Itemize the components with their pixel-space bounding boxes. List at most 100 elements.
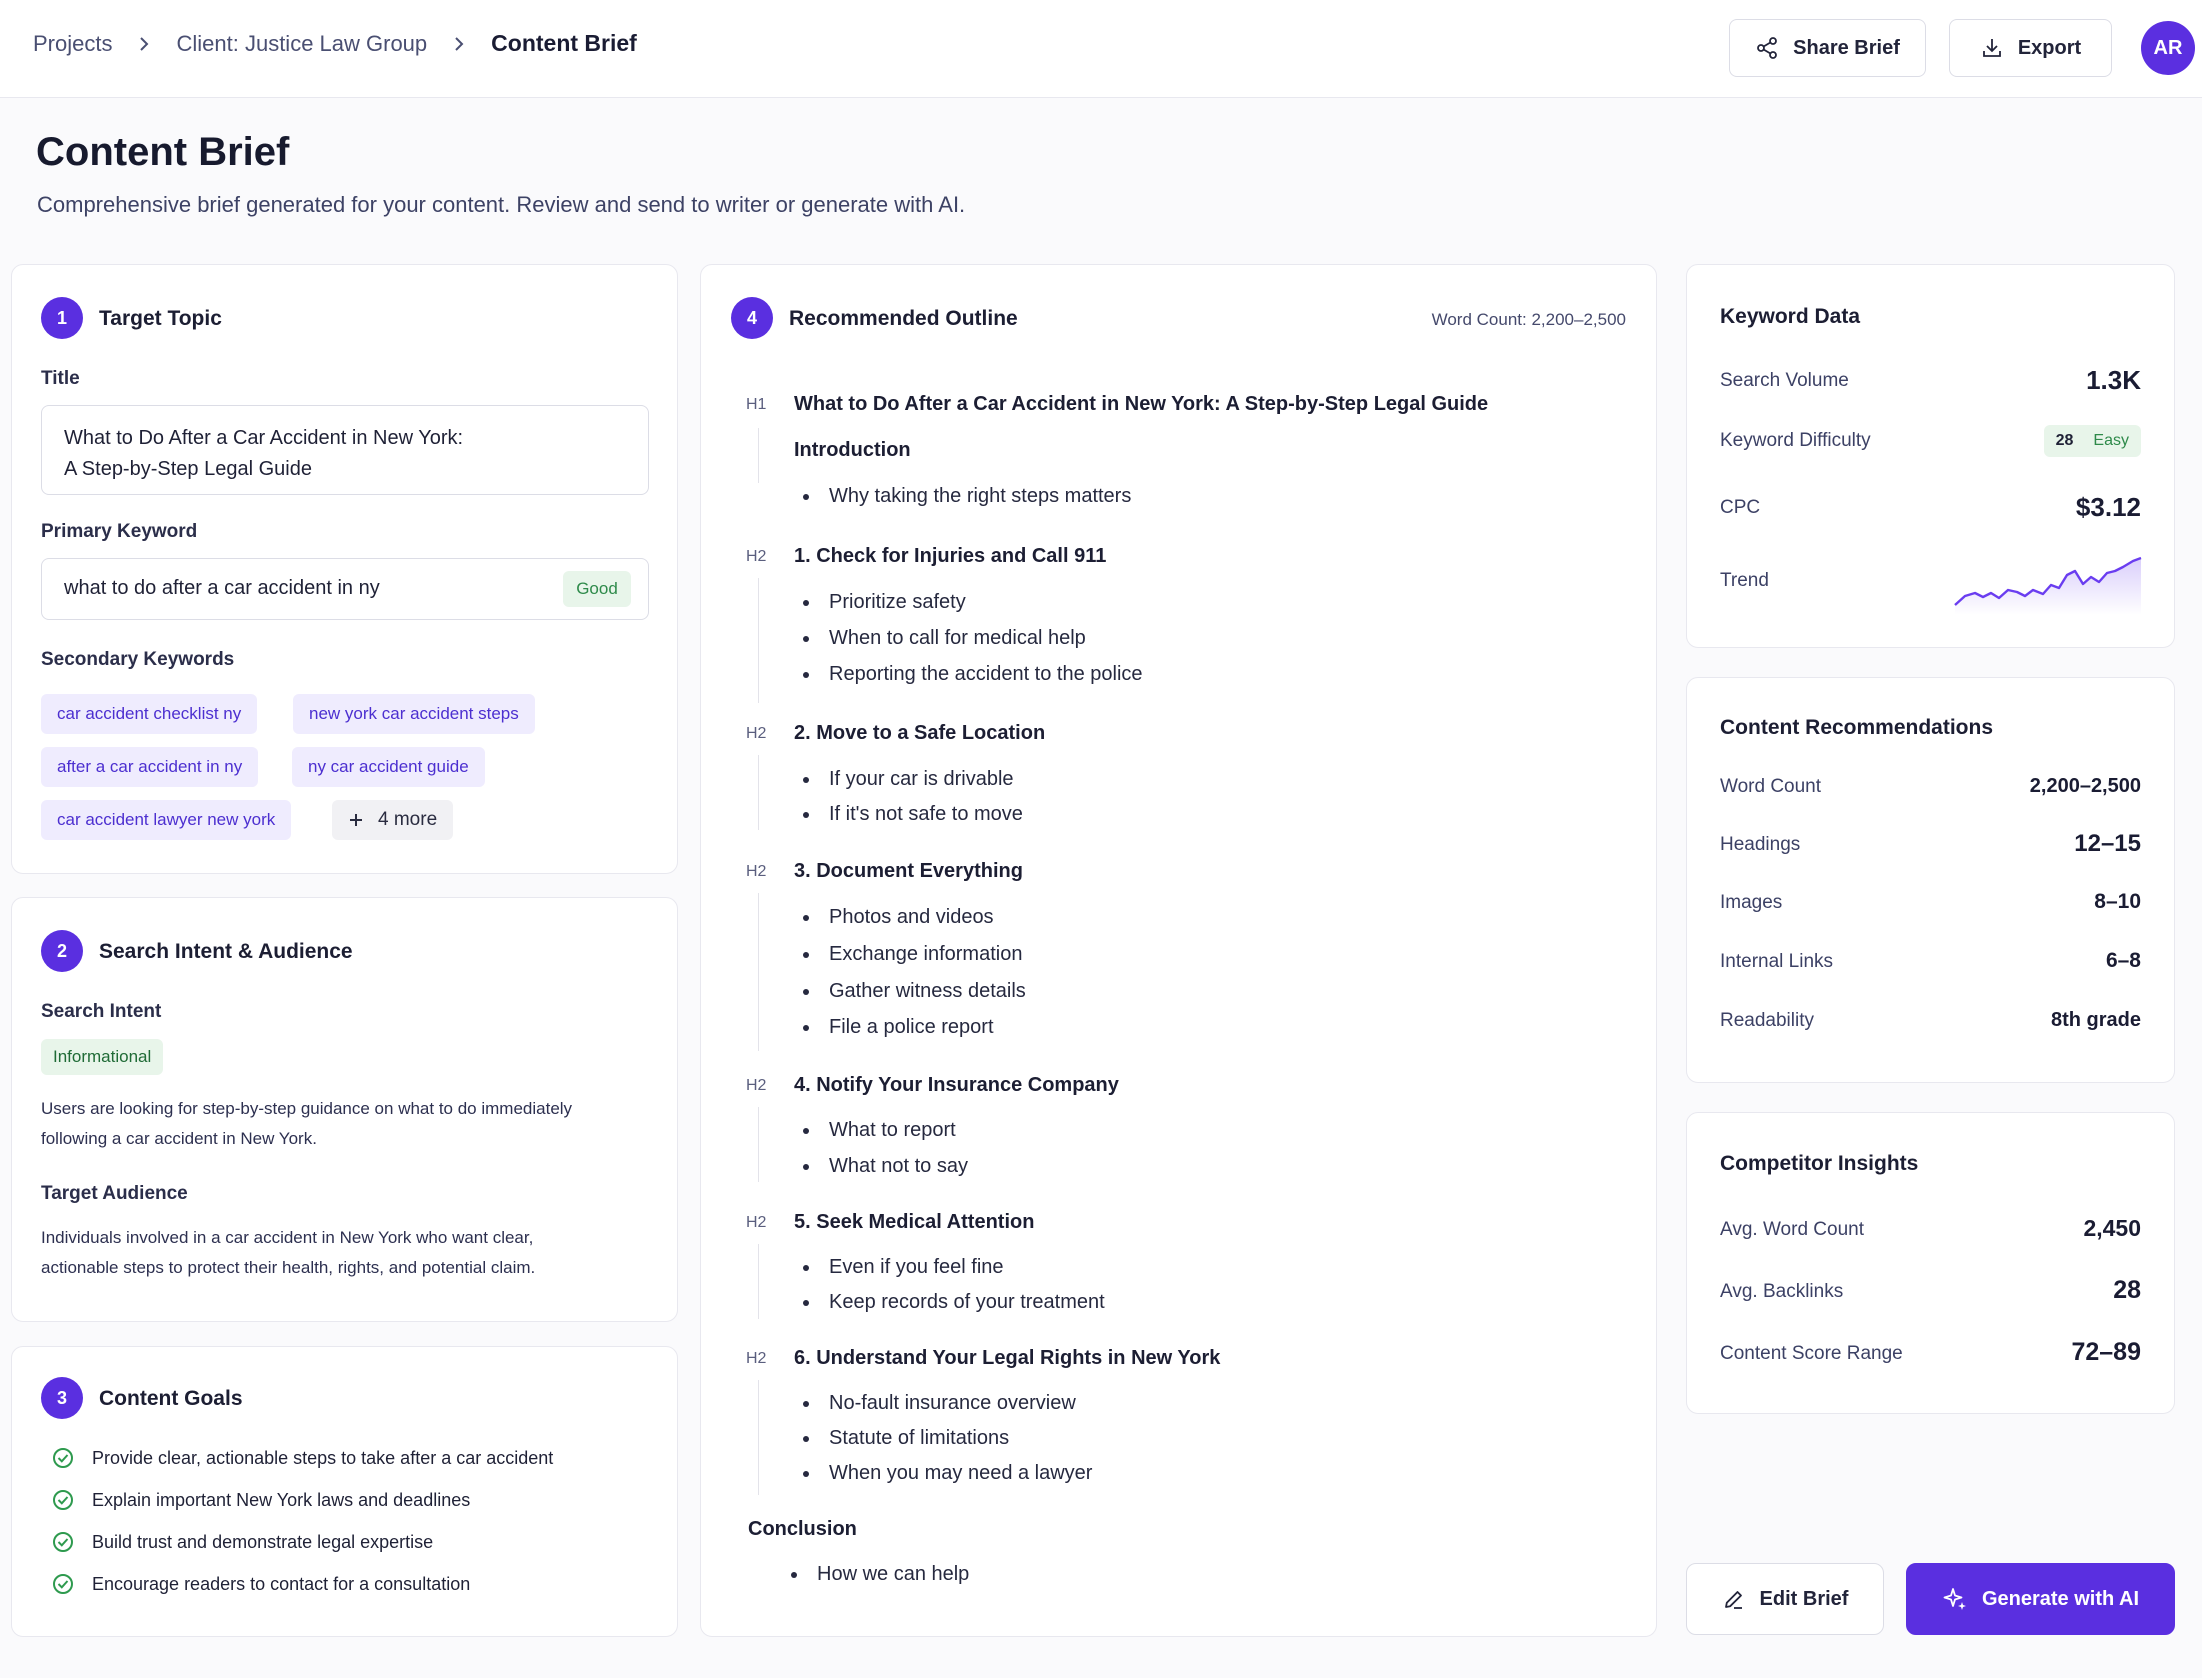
outline-bullet: Exchange information	[803, 943, 1022, 966]
breadcrumb-client[interactable]: Client: Justice Law Group	[176, 31, 427, 57]
outline-connector	[758, 578, 759, 703]
outline-heading-text: Conclusion	[748, 1518, 857, 1540]
outline-bullet: No-fault insurance overview	[803, 1392, 1076, 1415]
check-circle-icon	[52, 1489, 74, 1511]
secondary-keyword-chip[interactable]: after a car accident in ny	[41, 747, 259, 787]
outline-h2[interactable]: H2 5. Seek Medical Attention	[746, 1211, 1034, 1234]
outline-h2[interactable]: H2 2. Move to a Safe Location	[746, 722, 1045, 745]
outline-h1[interactable]: H1 What to Do After a Car Accident in Ne…	[746, 393, 1488, 416]
word-count-target: Word Count: 2,200–2,500	[1431, 310, 1626, 329]
competitor-value: 2,450	[2083, 1215, 2141, 1241]
bullet-text: Keep records of your treatment	[829, 1291, 1105, 1313]
intent-badge: Informational	[41, 1039, 164, 1075]
search-intent-label: Search Intent	[41, 1001, 162, 1022]
generate-with-ai-button[interactable]: Generate with AI	[1906, 1563, 2175, 1635]
outline-introduction[interactable]: Introduction	[794, 439, 911, 462]
section-title: Competitor Insights	[1720, 1152, 1919, 1175]
page-title: Content Brief	[36, 130, 290, 174]
goal-text: Provide clear, actionable steps to take …	[92, 1447, 554, 1468]
recommendation-value: 8th grade	[2050, 1009, 2141, 1031]
outline-bullet: File a police report	[803, 1016, 994, 1039]
outline-bullet: Keep records of your treatment	[803, 1291, 1105, 1314]
search-intent-card: 2 Search Intent & Audience Search Intent…	[11, 897, 678, 1322]
bullet-text: Why taking the right steps matters	[829, 485, 1132, 507]
recommendation-label: Readability	[1720, 1010, 1814, 1031]
competitor-value: 72–89	[2071, 1338, 2141, 1366]
outline-bullet: Statute of limitations	[803, 1427, 1009, 1450]
outline-bullet: When to call for medical help	[803, 627, 1086, 650]
search-volume-value: 1.3K	[2086, 365, 2141, 395]
outline-connector	[758, 1244, 759, 1319]
recommendation-value: 8–10	[2094, 890, 2141, 913]
bullet-text: Reporting the accident to the police	[829, 663, 1143, 685]
primary-keyword-value: what to do after a car accident in ny	[64, 577, 380, 599]
bullet-text: If it's not safe to move	[829, 803, 1023, 825]
download-icon	[1980, 36, 2004, 60]
avatar[interactable]: AR	[2141, 21, 2195, 75]
secondary-keywords-label: Secondary Keywords	[41, 649, 235, 670]
h2-tag: H2	[746, 1076, 767, 1094]
outline-connector	[758, 893, 759, 1051]
difficulty-badge: 28 Easy	[2043, 425, 2141, 457]
breadcrumb: Projects Client: Justice Law Group Conte…	[33, 30, 637, 57]
target-topic-card: 1 Target Topic Title What to Do After a …	[11, 264, 678, 874]
secondary-keyword-chip[interactable]: new york car accident steps	[293, 694, 535, 734]
bullet-text: When you may need a lawyer	[829, 1462, 1093, 1484]
sparkle-icon	[1942, 1586, 1968, 1612]
goal-text: Explain important New York laws and dead…	[92, 1489, 471, 1510]
outline-bullet: What not to say	[803, 1155, 968, 1178]
share-icon	[1755, 36, 1779, 60]
outline-heading-text: 2. Move to a Safe Location	[794, 722, 1046, 744]
outline-connector	[758, 1380, 759, 1495]
recommendation-value: 2,200–2,500	[2029, 775, 2141, 797]
step-number: 2	[41, 930, 83, 972]
intent-text-line: Users are looking for step-by-step guida…	[41, 1099, 573, 1118]
recommendation-label: Images	[1720, 892, 1783, 913]
cpc-value: $3.12	[2075, 492, 2141, 522]
outline-bullet: How we can help	[791, 1563, 969, 1586]
outline-bullet: Photos and videos	[803, 906, 994, 929]
h2-tag: H2	[746, 862, 767, 880]
bullet-text: If your car is drivable	[829, 768, 1014, 790]
edit-brief-button[interactable]: Edit Brief	[1686, 1563, 1884, 1635]
more-keywords-button[interactable]: 4 more	[332, 800, 454, 840]
outline-h2[interactable]: H2 3. Document Everything	[746, 860, 1023, 883]
primary-keyword-field[interactable]: what to do after a car accident in ny Go…	[41, 558, 649, 620]
outline-heading-text: 6. Understand Your Legal Rights in New Y…	[794, 1347, 1221, 1369]
outline-conclusion[interactable]: Conclusion	[748, 1518, 857, 1541]
outline-heading-text: What to Do After a Car Accident in New Y…	[794, 393, 1489, 415]
goal-item: Provide clear, actionable steps to take …	[52, 1447, 553, 1469]
recommendation-label: Internal Links	[1720, 951, 1834, 972]
outline-h2[interactable]: H2 6. Understand Your Legal Rights in Ne…	[746, 1347, 1220, 1370]
title-field[interactable]: What to Do After a Car Accident in New Y…	[41, 405, 649, 495]
top-bar: Projects Client: Justice Law Group Conte…	[0, 0, 2202, 98]
competitor-label: Avg. Word Count	[1720, 1219, 1864, 1240]
step-number: 4	[731, 297, 773, 339]
h2-tag: H2	[746, 1213, 767, 1231]
section-title: Content Recommendations	[1720, 716, 1994, 739]
page-subtitle: Comprehensive brief generated for your c…	[37, 192, 966, 217]
primary-keyword-label: Primary Keyword	[41, 521, 198, 542]
bullet-text: Exchange information	[829, 943, 1023, 965]
h2-tag: H2	[746, 1349, 767, 1367]
target-audience-label: Target Audience	[41, 1183, 188, 1204]
bullet-text: When to call for medical help	[829, 627, 1086, 649]
secondary-keyword-chip[interactable]: ny car accident guide	[292, 747, 485, 787]
bullet-text: Gather witness details	[829, 980, 1026, 1002]
outline-connector	[758, 428, 759, 483]
goal-item: Explain important New York laws and dead…	[52, 1489, 470, 1511]
outline-heading-text: 4. Notify Your Insurance Company	[794, 1074, 1119, 1096]
outline-connector	[758, 1107, 759, 1182]
outline-heading-text: 5. Seek Medical Attention	[794, 1211, 1035, 1233]
bullet-text: Even if you feel fine	[829, 1256, 1004, 1278]
secondary-keyword-chip[interactable]: car accident checklist ny	[41, 694, 258, 734]
export-button[interactable]: Export	[1949, 19, 2112, 77]
bullet-text: Statute of limitations	[829, 1427, 1010, 1449]
share-brief-button[interactable]: Share Brief	[1729, 19, 1926, 77]
breadcrumb-projects[interactable]: Projects	[33, 31, 112, 57]
chevron-right-icon	[137, 36, 151, 52]
outline-h2[interactable]: H2 1. Check for Injuries and Call 911	[746, 545, 1106, 568]
secondary-keyword-chip[interactable]: car accident lawyer new york	[41, 800, 292, 840]
more-keywords-label: 4 more	[378, 809, 438, 830]
outline-h2[interactable]: H2 4. Notify Your Insurance Company	[746, 1074, 1119, 1097]
